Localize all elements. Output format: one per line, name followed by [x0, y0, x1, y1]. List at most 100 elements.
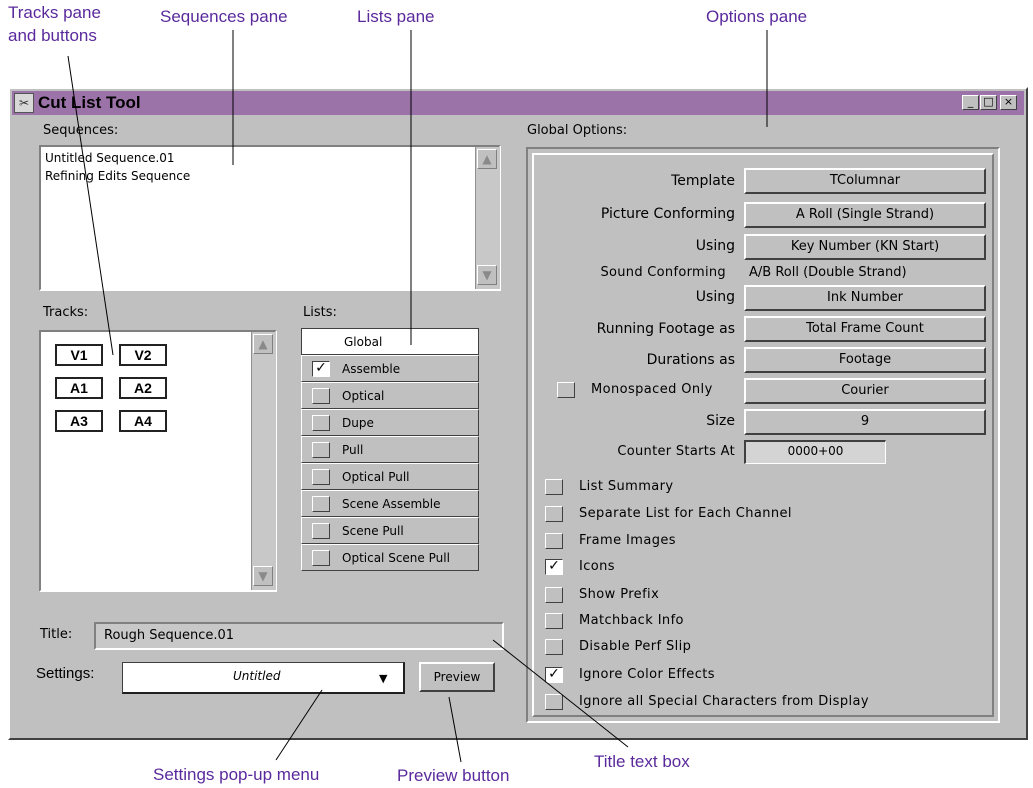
sequences-label: Sequences:	[43, 123, 119, 138]
option-label: Ignore Color Effects	[579, 667, 715, 682]
ignore-special-chars-checkbox[interactable]	[545, 694, 563, 710]
running-footage-button[interactable]: Total Frame Count	[744, 316, 986, 342]
list-row-label: Scene Assemble	[342, 497, 441, 511]
picture-conforming-label: Picture Conforming	[600, 206, 735, 222]
sound-using-label: Using	[695, 289, 735, 305]
optical-checkbox[interactable]	[312, 388, 330, 404]
frame-images-checkbox[interactable]	[545, 533, 563, 549]
title-bar[interactable]: ✂ Cut List Tool _ □ ×	[12, 91, 1024, 115]
icons-checkbox[interactable]: ✓	[545, 559, 563, 575]
callout-options-pane: Options pane	[706, 7, 808, 26]
list-row-pull[interactable]: Pull	[301, 436, 479, 463]
list-row-optical[interactable]: Optical	[301, 382, 479, 409]
option-label: Separate List for Each Channel	[579, 506, 792, 521]
settings-label: Settings:	[36, 665, 95, 682]
optical-pull-checkbox[interactable]	[312, 469, 330, 485]
font-button[interactable]: Courier	[744, 378, 986, 404]
list-row-label: Dupe	[342, 416, 374, 430]
tracks-label: Tracks:	[43, 305, 89, 320]
picture-conforming-button[interactable]: A Roll (Single Strand)	[744, 202, 986, 228]
lists-label: Lists:	[303, 305, 337, 320]
scroll-down-icon[interactable]: ▼	[477, 265, 497, 285]
track-button-a1[interactable]: A1	[55, 377, 103, 399]
scroll-down-icon[interactable]: ▼	[253, 566, 273, 586]
preview-button[interactable]: Preview	[419, 662, 495, 692]
list-row-label: Scene Pull	[342, 524, 404, 538]
sequences-scrollbar[interactable]: ▲ ▼	[475, 147, 500, 289]
list-item[interactable]: Refining Edits Sequence	[45, 169, 190, 183]
list-row-label: Optical Pull	[342, 470, 410, 484]
tracks-pane: V1 V2 A1 A2 A3 A4 ▲ ▼	[39, 330, 277, 592]
option-label: Icons	[579, 559, 615, 574]
list-row-assemble[interactable]: ✓ Assemble	[301, 355, 479, 382]
scene-pull-checkbox[interactable]	[312, 523, 330, 539]
counter-label: Counter Starts At	[617, 444, 735, 459]
list-global-label: Global	[344, 335, 383, 349]
option-label: Frame Images	[579, 533, 676, 548]
track-button-v2[interactable]: V2	[119, 344, 167, 366]
close-button[interactable]: ×	[1000, 95, 1017, 110]
list-row-scene-pull[interactable]: Scene Pull	[301, 517, 479, 544]
list-item[interactable]: Untitled Sequence.01	[45, 151, 175, 165]
track-button-a3[interactable]: A3	[55, 410, 103, 432]
scroll-up-icon[interactable]: ▲	[477, 149, 497, 169]
callout-title-text-box: Title text box	[594, 752, 690, 771]
picture-using-button[interactable]: Key Number (KN Start)	[744, 234, 986, 260]
track-button-a2[interactable]: A2	[119, 377, 167, 399]
monospaced-label: Monospaced Only	[591, 382, 713, 397]
settings-value: Untitled	[233, 669, 281, 683]
track-button-a4[interactable]: A4	[119, 410, 167, 432]
callout-sequences-pane: Sequences pane	[160, 7, 288, 26]
title-text-box[interactable]: Rough Sequence.01	[94, 622, 504, 650]
durations-button[interactable]: Footage	[744, 347, 986, 373]
window-title: Cut List Tool	[38, 93, 141, 112]
disable-perf-slip-checkbox[interactable]	[545, 639, 563, 655]
list-row-dupe[interactable]: Dupe	[301, 409, 479, 436]
pull-checkbox[interactable]	[312, 442, 330, 458]
cut-list-app-icon: ✂	[14, 93, 34, 113]
settings-popup-menu[interactable]: Untitled ▼	[122, 662, 405, 694]
option-label: Ignore all Special Characters from Displ…	[579, 694, 869, 709]
list-row-optical-scene-pull[interactable]: Optical Scene Pull	[301, 544, 479, 571]
option-label: Matchback Info	[579, 613, 684, 628]
title-label: Title:	[40, 627, 73, 642]
sound-conforming-value: A/B Roll (Double Strand)	[749, 265, 907, 280]
option-label: Show Prefix	[579, 587, 660, 602]
durations-label: Durations as	[646, 352, 735, 368]
matchback-info-checkbox[interactable]	[545, 613, 563, 629]
list-row-optical-pull[interactable]: Optical Pull	[301, 463, 479, 490]
tracks-scrollbar[interactable]: ▲ ▼	[251, 332, 276, 590]
size-button[interactable]: 9	[744, 409, 986, 435]
assemble-checkbox[interactable]: ✓	[312, 361, 330, 377]
minimize-button[interactable]: _	[962, 95, 979, 110]
show-prefix-checkbox[interactable]	[545, 587, 563, 603]
scroll-up-icon[interactable]: ▲	[253, 334, 273, 354]
template-label: Template	[671, 173, 735, 189]
track-button-v1[interactable]: V1	[55, 344, 103, 366]
sound-conforming-label: Sound Conforming	[600, 265, 726, 280]
scene-assemble-checkbox[interactable]	[312, 496, 330, 512]
list-row-label: Pull	[342, 443, 364, 457]
ignore-color-effects-checkbox[interactable]: ✓	[545, 667, 563, 683]
size-label: Size	[706, 413, 735, 429]
list-row-scene-assemble[interactable]: Scene Assemble	[301, 490, 479, 517]
list-row-label: Optical Scene Pull	[342, 551, 450, 565]
callout-lists-pane: Lists pane	[357, 7, 435, 26]
picture-using-label: Using	[695, 238, 735, 254]
dupe-checkbox[interactable]	[312, 415, 330, 431]
separate-list-checkbox[interactable]	[545, 506, 563, 522]
running-footage-label: Running Footage as	[596, 321, 735, 337]
callout-settings-menu: Settings pop-up menu	[153, 765, 320, 784]
sound-using-button[interactable]: Ink Number	[744, 285, 986, 311]
option-label: List Summary	[579, 479, 674, 494]
monospaced-checkbox[interactable]	[557, 382, 575, 398]
counter-field[interactable]: 0000+00	[744, 440, 886, 464]
template-button[interactable]: TColumnar	[744, 168, 986, 194]
maximize-button[interactable]: □	[980, 95, 997, 110]
list-global-row[interactable]: Global	[301, 328, 479, 355]
sequences-list[interactable]: Untitled Sequence.01 Refining Edits Sequ…	[39, 145, 501, 291]
optical-scene-pull-checkbox[interactable]	[312, 550, 330, 566]
title-value: Rough Sequence.01	[104, 628, 235, 643]
callout-preview-button: Preview button	[397, 766, 510, 785]
list-summary-checkbox[interactable]	[545, 479, 563, 495]
